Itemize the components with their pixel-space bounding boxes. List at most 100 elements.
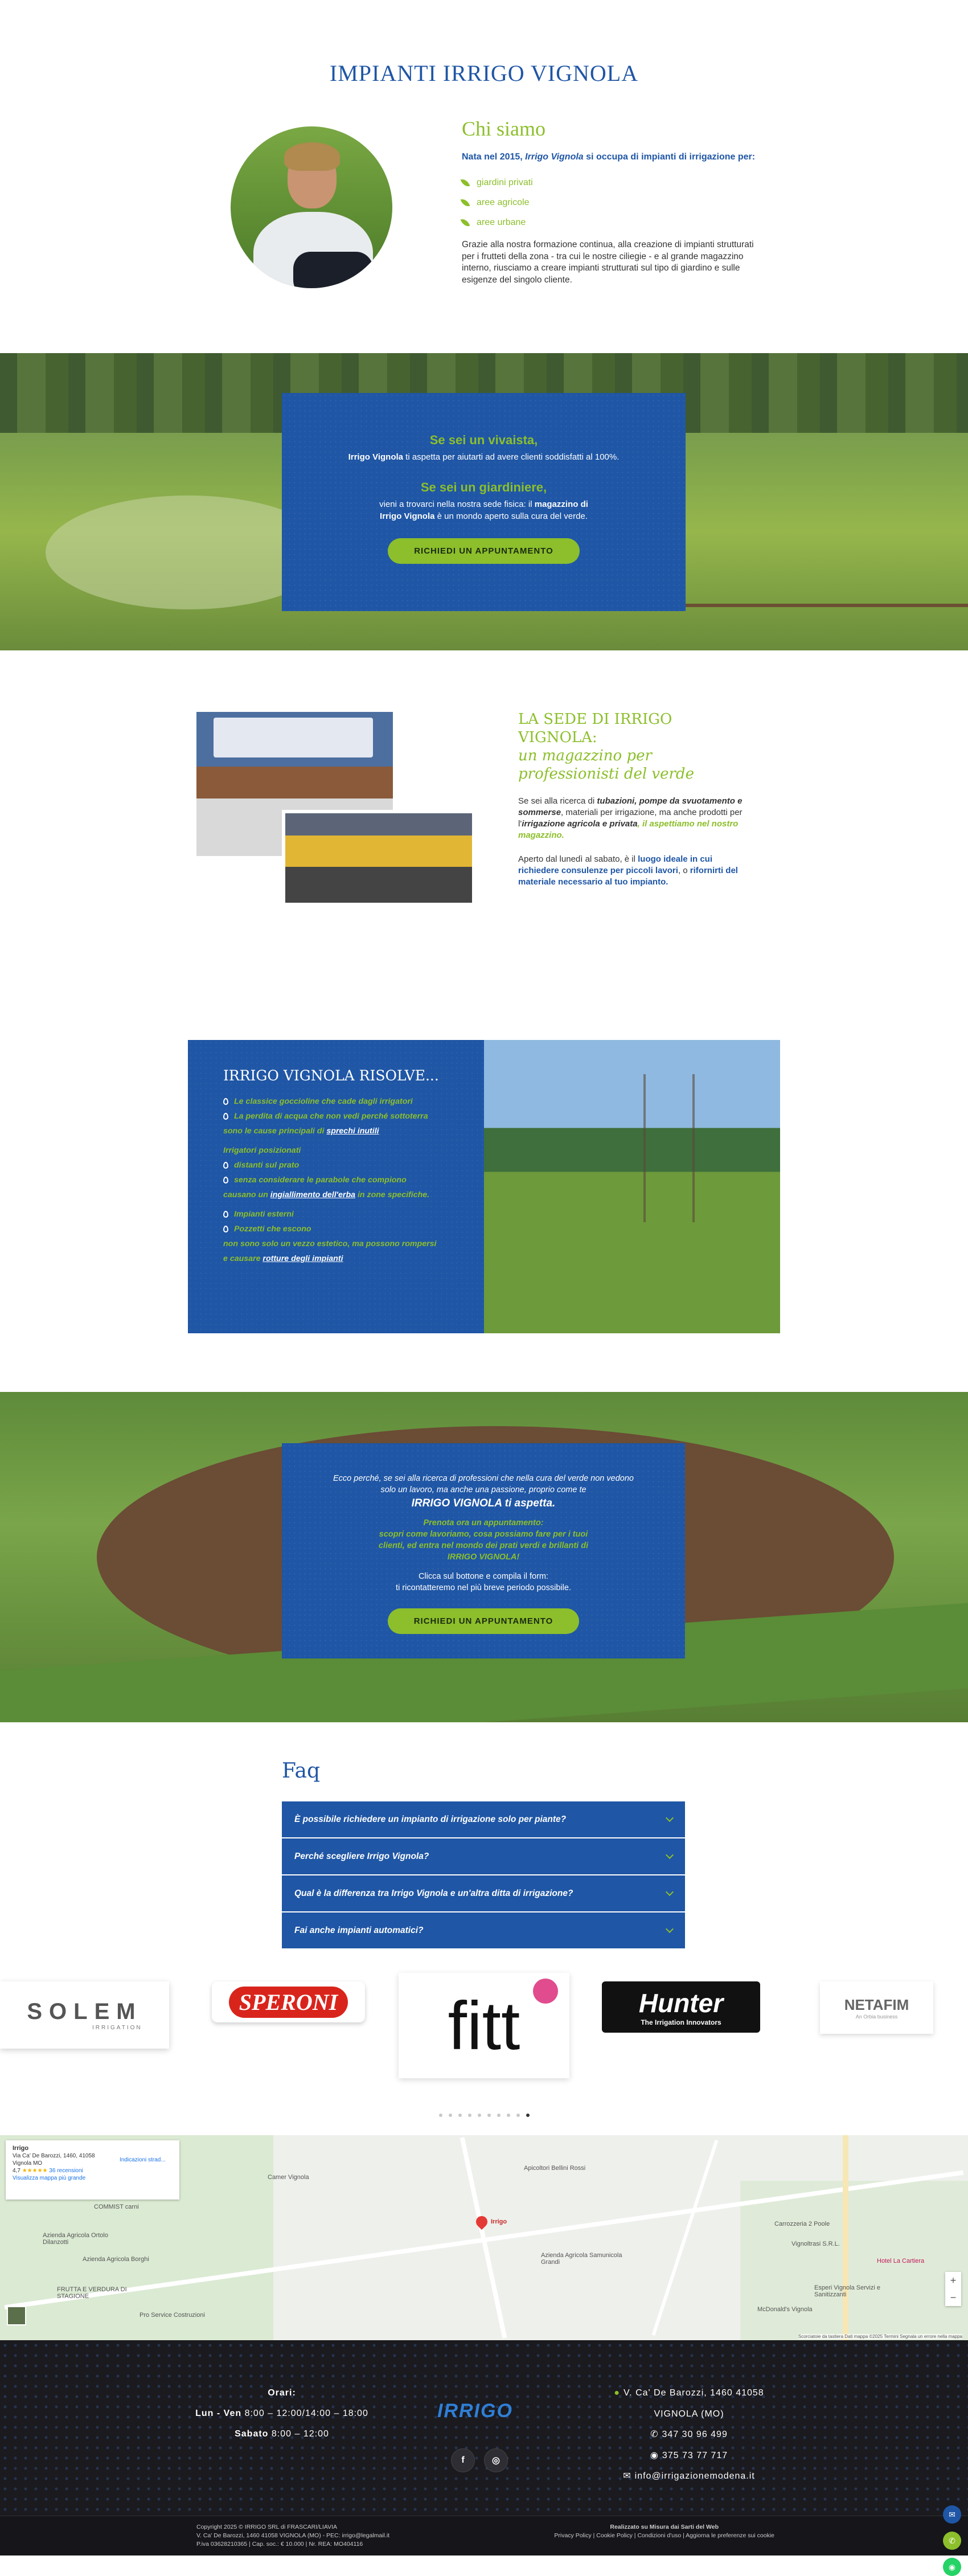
drop-icon: [223, 1226, 228, 1233]
mail-icon: ✉: [623, 2471, 631, 2481]
contact-form-hint: Clicca sul bottone e compila il form:: [418, 1572, 549, 1581]
map-reviews-link[interactable]: 36 recensioni: [49, 2168, 83, 2174]
faq-list: È possibile richiedere un impianto di ir…: [282, 1801, 685, 1950]
vivaista-text: Irrigo Vignola ti aspetta per aiutarti a…: [348, 452, 620, 462]
phone-link[interactable]: ✆ 347 30 96 499: [598, 2425, 780, 2446]
whatsapp-icon[interactable]: ◉: [943, 2558, 961, 2576]
risolve-title: IRRIGO VIGNOLA RISOLVE...: [223, 1067, 439, 1084]
list-item: Le classice goccioline che cade dagli ir…: [223, 1094, 450, 1109]
faq-item[interactable]: È possibile richiedere un impianto di ir…: [282, 1801, 685, 1838]
solem-logo[interactable]: SOLEM IRRIGATION: [0, 1981, 169, 2049]
copyright: Copyright 2025 © IRRIGO SRL di FRASCARI/…: [196, 2524, 390, 2548]
sede-paragraph-1: Se sei alla ricerca di tubazioni, pompe …: [518, 796, 743, 840]
contact-info: ● V. Ca' De Barozzi, 1460 41058 VIGNOLA (…: [598, 2383, 780, 2487]
footer-logo[interactable]: IRRIGO: [437, 2400, 513, 2422]
service-list: giardini privati aree agricole aree urba…: [460, 173, 758, 232]
map-larger-link[interactable]: Visualizza mappa più grande: [13, 2175, 85, 2181]
leaf-icon: [460, 177, 470, 189]
map-satellite-toggle[interactable]: [7, 2306, 26, 2325]
garden-sprinkler-photo: [484, 1040, 780, 1333]
google-map[interactable]: Irrigo COMMIST carni Azienda Agricola Or…: [0, 2135, 968, 2340]
vivaista-banner: Se sei un vivaista, Irrigo Vignola ti as…: [0, 353, 968, 650]
about-body: Grazie alla nostra formazione continua, …: [462, 240, 754, 285]
vivaista-heading: Se sei un vivaista,: [429, 433, 538, 447]
map-zoom-control[interactable]: + −: [945, 2272, 961, 2306]
whatsapp-link[interactable]: ◉ 375 73 77 717: [598, 2446, 780, 2467]
risolve-panel: IRRIGO VIGNOLA RISOLVE... Le classice go…: [188, 1040, 484, 1333]
list-item: aree urbane: [460, 212, 758, 232]
instagram-icon[interactable]: ◎: [484, 2448, 508, 2472]
giardiniere-heading: Se sei un giardiniere,: [420, 480, 547, 494]
list-item: Irrigatori posizionati: [223, 1146, 301, 1155]
speroni-logo[interactable]: SPERONI: [212, 1981, 365, 2022]
list-item: Pozzetti che escono: [223, 1222, 450, 1236]
contact-strong: IRRIGO VIGNOLA ti aspetta.: [411, 1497, 556, 1509]
faq-item[interactable]: Perché scegliere Irrigo Vignola?: [282, 1838, 685, 1875]
policy-links[interactable]: Privacy Policy | Cookie Policy | Condizi…: [554, 2532, 774, 2540]
contact-intro: Ecco perché, se sei alla ricerca di prof…: [333, 1474, 634, 1494]
fitt-logo[interactable]: fitt: [399, 1973, 569, 2078]
vivaista-card: Se sei un vivaista, Irrigo Vignola ti as…: [282, 393, 686, 611]
map-pin-label: Irrigo: [491, 2218, 507, 2225]
about-intro: Nata nel 2015, Irrigo Vignola si occupa …: [462, 152, 756, 162]
list-item: sono le cause principali di sprechi inut…: [223, 1127, 379, 1136]
map-pin-icon: ●: [614, 2388, 620, 2398]
list-item: distanti sul prato: [223, 1158, 450, 1173]
mail-icon[interactable]: ✉: [943, 2505, 961, 2524]
contact-banner: Ecco perché, se sei alla ricerca di prof…: [0, 1392, 968, 1722]
contact-card: Ecco perché, se sei alla ricerca di prof…: [282, 1443, 685, 1658]
list-item: La perdita di acqua che non vedi perché …: [223, 1109, 450, 1124]
appointment-button[interactable]: RICHIEDI UN APPUNTAMENTO: [387, 1608, 580, 1634]
netafim-logo[interactable]: NETAFIM An Orbia business: [820, 1981, 933, 2034]
faq-item[interactable]: Qual è la differenza tra Irrigo Vignola …: [282, 1875, 685, 1912]
sede-paragraph-2: Aperto dal lunedì al sabato, è il luogo …: [518, 854, 738, 887]
drop-icon: [223, 1211, 228, 1218]
drop-icon: [223, 1113, 228, 1120]
contact-cta-text: scopri come lavoriamo, cosa possiamo far…: [378, 1530, 589, 1562]
sede-title: LA SEDE DI IRRIGO VIGNOLA: un magazzino p…: [518, 711, 694, 783]
legal-links: Realizzato su Misura dai Sarti del Web P…: [554, 2524, 774, 2540]
facebook-icon[interactable]: f: [451, 2448, 475, 2472]
giardiniere-text: vieni a trovarci nella nostra sede fisic…: [379, 499, 588, 521]
email-link[interactable]: ✉ info@irrigazionemodena.it: [598, 2466, 780, 2487]
leaf-icon: [460, 196, 470, 208]
list-item: senza considerare le parabole che compio…: [223, 1173, 450, 1187]
chevron-down-icon: [665, 1887, 674, 1897]
contact-form-hint-2: ti ricontatteremo nel più breve periodo …: [396, 1583, 571, 1592]
faq-item[interactable]: Fai anche impianti automatici?: [282, 1912, 685, 1950]
list-item: aree agricole: [460, 193, 758, 212]
map-directions-link[interactable]: Indicazioni strad...: [120, 2156, 166, 2164]
footer-bottom-bar: Copyright 2025 © IRRIGO SRL di FRASCARI/…: [0, 2516, 968, 2555]
leaf-icon: [460, 216, 470, 228]
chevron-down-icon: [665, 1813, 674, 1823]
phone-icon: ✆: [650, 2430, 659, 2439]
list-item: non sono solo un vezzo estetico, ma poss…: [223, 1239, 437, 1248]
contact-cta-heading: Prenota ora un appuntamento:: [423, 1518, 544, 1527]
risolve-section: IRRIGO VIGNOLA RISOLVE... Le classice go…: [0, 960, 968, 1333]
list-item: causano un ingiallimento dell'erba in zo…: [223, 1190, 430, 1199]
hunter-logo[interactable]: Hunter The Irrigation Innovators: [602, 1981, 760, 2033]
site-footer: Orari: Lun - Ven 8:00 – 12:00/14:00 – 18…: [0, 2340, 968, 2576]
social-links: f ◎: [451, 2448, 508, 2472]
about-title: Chi siamo: [462, 117, 546, 140]
carousel-dots[interactable]: [0, 2114, 968, 2117]
map-place-card: Irrigo Via Ca' De Barozzi, 1460, 41058 V…: [6, 2140, 179, 2200]
appointment-button[interactable]: RICHIEDI UN APPUNTAMENTO: [388, 538, 580, 564]
list-item: e causare rotture degli impianti: [223, 1254, 343, 1263]
chevron-down-icon: [665, 1850, 674, 1860]
partner-logos-carousel: SOLEM IRRIGATION SPERONI fitt Hunter The I…: [0, 1950, 968, 2135]
drop-icon: [223, 1177, 228, 1184]
list-item: Impianti esterni: [223, 1207, 450, 1222]
faq-title: Faq: [282, 1759, 321, 1783]
phone-icon[interactable]: ✆: [943, 2532, 961, 2550]
list-item: giardini privati: [460, 173, 758, 193]
store-panorama-photo: [282, 810, 475, 906]
hero-section: IMPIANTI IRRIGO VIGNOLA Chi siamo Nata n…: [0, 0, 968, 353]
whatsapp-icon: ◉: [650, 2450, 659, 2460]
about-block: Chi siamo Nata nel 2015, Irrigo Vignola …: [460, 117, 758, 286]
sede-section: LA SEDE DI IRRIGO VIGNOLA: un magazzino p…: [0, 650, 968, 960]
map-attribution: Scorciatoie da tastiera Dati mappa ©2025…: [798, 2334, 962, 2339]
founder-photo: [231, 126, 392, 288]
chevron-down-icon: [665, 1924, 674, 1934]
opening-hours: Orari: Lun - Ven 8:00 – 12:00/14:00 – 18…: [195, 2388, 368, 2439]
